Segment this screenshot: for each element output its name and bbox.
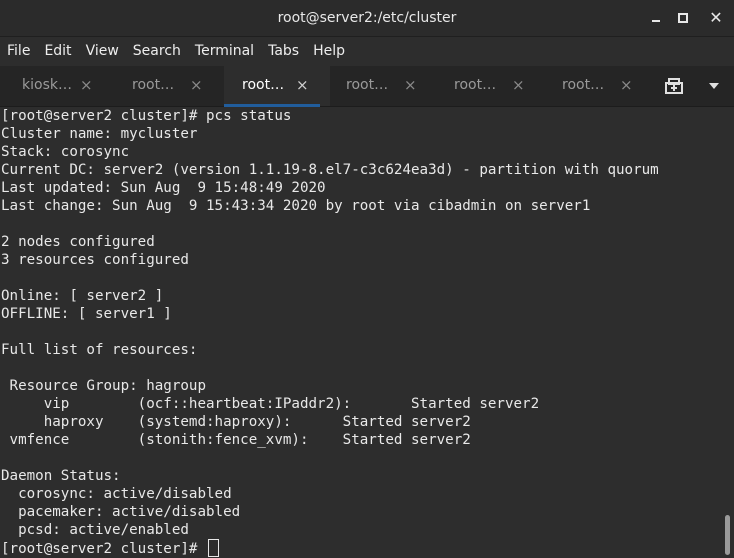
tab-5[interactable]: root… ×	[432, 66, 538, 106]
terminal-line: Cluster name: mycluster	[1, 126, 198, 142]
new-tab-button[interactable]	[662, 74, 686, 98]
terminal-line: Daemon Status:	[1, 468, 121, 484]
tab-label: root…	[562, 77, 605, 93]
tab-label: root…	[242, 77, 285, 93]
terminal-line: Resource Group: hagroup	[1, 378, 206, 394]
minimize-button[interactable]	[644, 6, 668, 30]
terminal-cursor	[208, 539, 219, 557]
tab-1[interactable]: kiosk… ×	[0, 66, 106, 106]
menu-tabs[interactable]: Tabs	[261, 37, 306, 65]
terminal-line: Last updated: Sun Aug 9 15:48:49 2020	[1, 180, 326, 196]
terminal-line: Stack: corosync	[1, 144, 130, 160]
terminal-line: Current DC: server2 (version 1.1.19-8.el…	[1, 162, 659, 178]
menu-help[interactable]: Help	[306, 37, 352, 65]
tab-bar: kiosk… × root… × root… × root… × root… ×…	[0, 66, 734, 107]
terminal-line: vmfence (stonith:fence_xvm): Started ser…	[1, 432, 471, 448]
terminal-line: 2 nodes configured	[1, 234, 155, 250]
title-bar: root@server2:/etc/cluster ✕	[0, 0, 734, 37]
tab-close-icon[interactable]: ×	[296, 66, 309, 104]
tab-label: kiosk…	[22, 77, 72, 93]
menu-search[interactable]: Search	[126, 37, 188, 65]
tab-label: root…	[132, 77, 175, 93]
terminal-line: Last change: Sun Aug 9 15:43:34 2020 by …	[1, 198, 591, 214]
terminal-prompt: [root@server2 cluster]#	[1, 541, 206, 557]
terminal-line: OFFLINE: [ server1 ]	[1, 306, 172, 322]
scrollbar-thumb[interactable]	[725, 515, 730, 555]
chevron-down-icon	[709, 83, 719, 89]
terminal-line: pacemaker: active/disabled	[1, 504, 241, 520]
terminal-line: [root@server2 cluster]# pcs status	[1, 108, 292, 124]
menu-view[interactable]: View	[79, 37, 126, 65]
tab-close-icon[interactable]: ×	[512, 66, 525, 104]
tab-label: root…	[346, 77, 389, 93]
tab-close-icon[interactable]: ×	[190, 66, 203, 104]
new-tab-icon	[665, 78, 683, 94]
terminal-window: root@server2:/etc/cluster ✕ File Edit Vi…	[0, 0, 734, 558]
tab-close-icon[interactable]: ×	[620, 66, 633, 104]
terminal-line: vip (ocf::heartbeat:IPaddr2): Started se…	[1, 396, 540, 412]
menu-file[interactable]: File	[0, 37, 37, 65]
tab-2[interactable]: root… ×	[110, 66, 216, 106]
terminal-line: Full list of resources:	[1, 342, 198, 358]
terminal-line: corosync: active/disabled	[1, 486, 232, 502]
terminal-line: pcsd: active/enabled	[1, 522, 189, 538]
menu-terminal[interactable]: Terminal	[188, 37, 261, 65]
terminal-scrollbar[interactable]	[720, 107, 734, 558]
menu-bar: File Edit View Search Terminal Tabs Help	[0, 37, 734, 65]
terminal-line: haproxy (systemd:haproxy): Started serve…	[1, 414, 471, 430]
tab-4[interactable]: root… ×	[324, 66, 430, 106]
terminal-prompt-line: [root@server2 cluster]#	[1, 539, 219, 557]
close-button[interactable]: ✕	[704, 6, 728, 30]
menu-edit[interactable]: Edit	[37, 37, 78, 65]
terminal-line: 3 resources configured	[1, 252, 189, 268]
tabs-dropdown-button[interactable]	[704, 74, 724, 98]
maximize-icon	[678, 13, 688, 23]
close-icon: ✕	[709, 8, 723, 27]
terminal-line: Online: [ server2 ]	[1, 288, 164, 304]
maximize-button[interactable]	[671, 6, 695, 30]
minimize-icon	[652, 20, 660, 22]
tab-close-icon[interactable]: ×	[404, 66, 417, 104]
tab-3-active[interactable]: root… ×	[224, 66, 330, 107]
terminal-output[interactable]: [root@server2 cluster]# pcs status Clust…	[0, 107, 720, 558]
tab-close-icon[interactable]: ×	[80, 66, 93, 104]
tab-label: root…	[454, 77, 497, 93]
window-title: root@server2:/etc/cluster	[277, 10, 457, 26]
tab-6[interactable]: root… ×	[540, 66, 646, 106]
